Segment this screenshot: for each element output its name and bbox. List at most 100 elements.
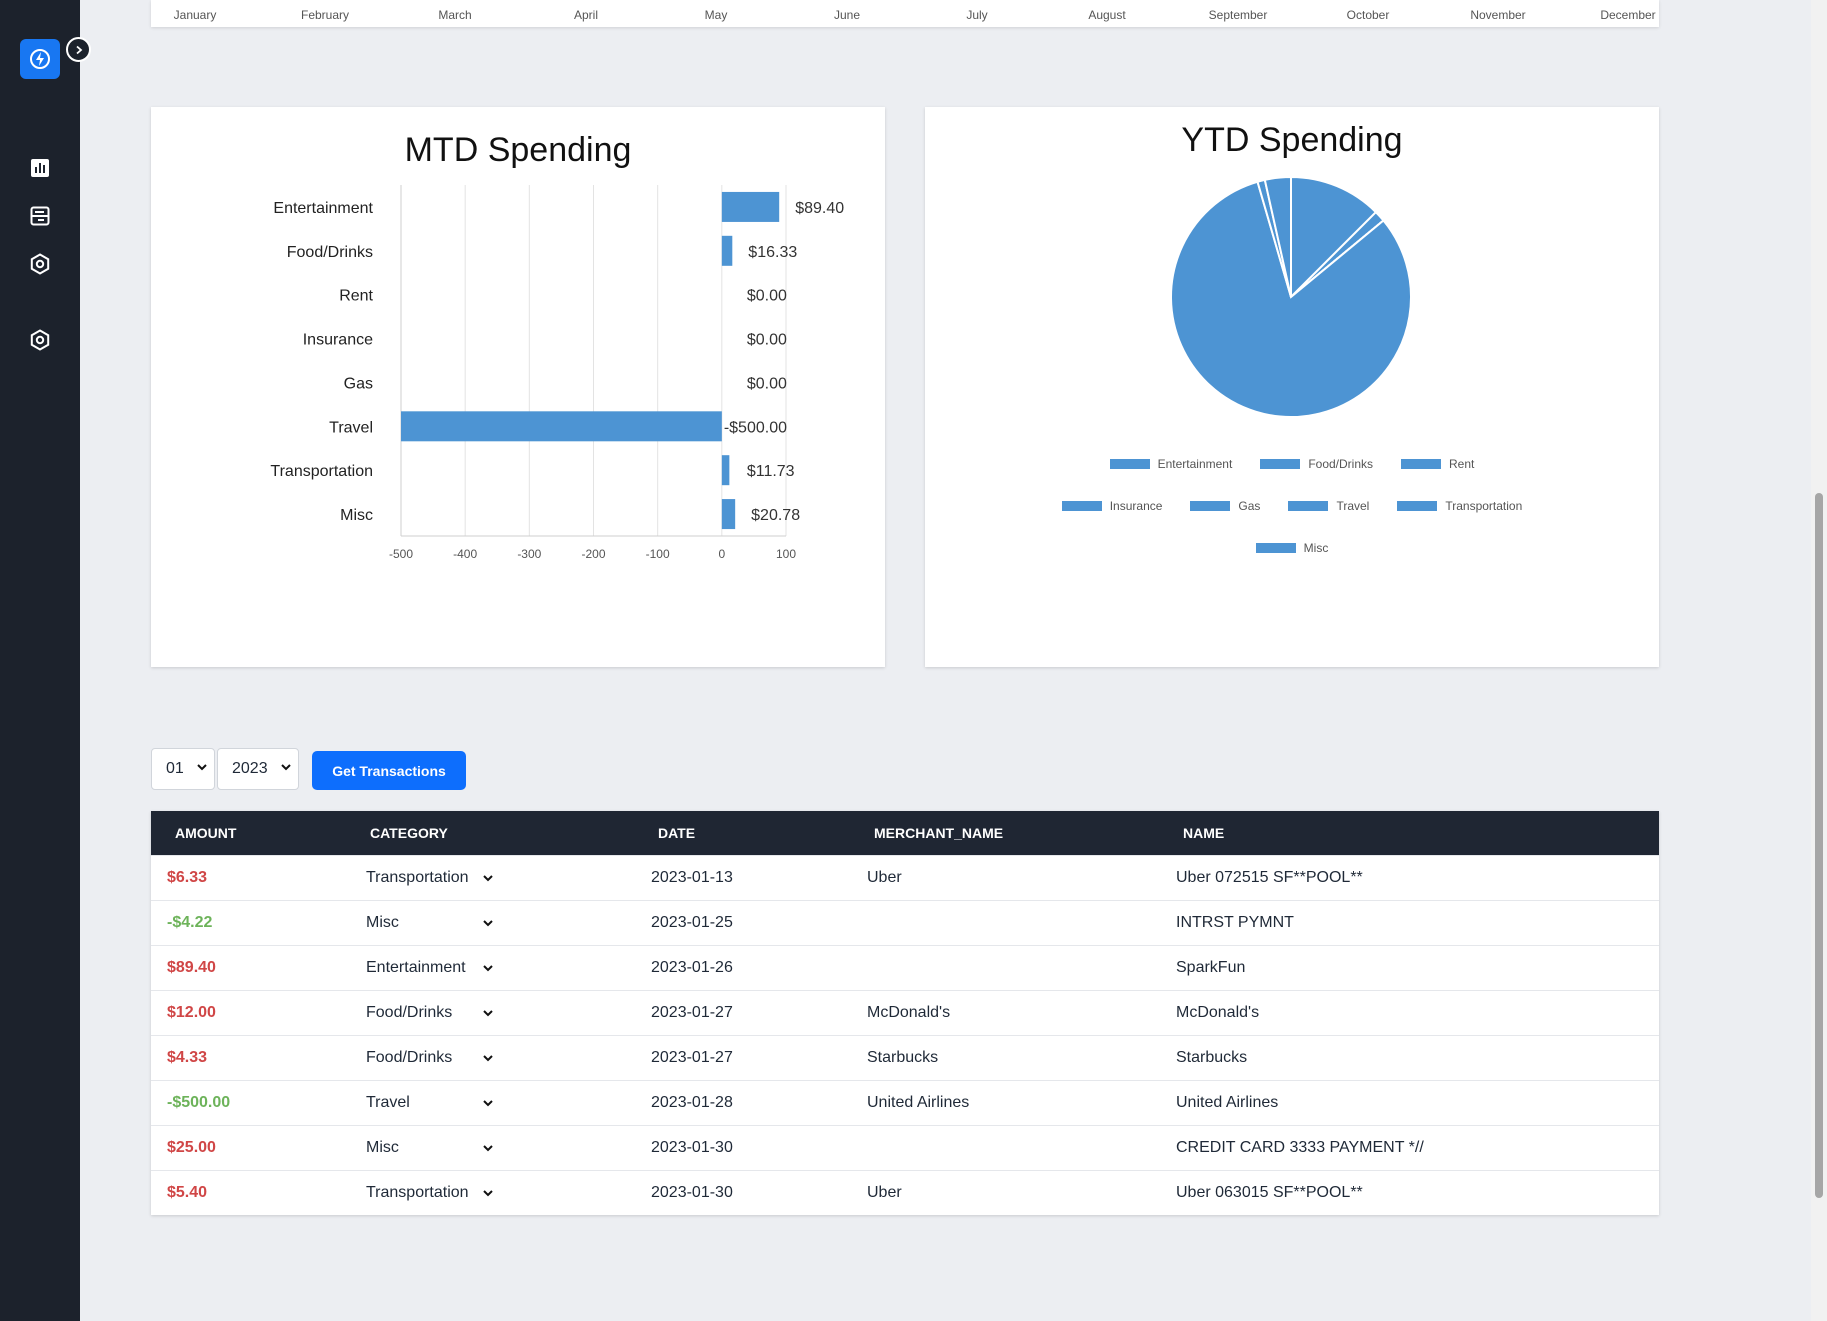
month-tick: November — [1470, 8, 1526, 22]
category-select-value: Transportation — [366, 1184, 469, 1201]
legend-item[interactable]: Entertainment — [1109, 457, 1232, 471]
bar-chart-icon[interactable] — [26, 154, 54, 182]
bar-value-label: $0.00 — [747, 375, 787, 392]
amount-cell: $25.00 — [167, 1139, 216, 1156]
settings-icon[interactable] — [26, 326, 54, 354]
x-tick-label: -100 — [646, 547, 670, 561]
category-label: Rent — [339, 288, 373, 305]
category-label: Insurance — [303, 332, 373, 349]
x-tick-label: -300 — [517, 547, 541, 561]
legend-label: Misc — [1303, 541, 1329, 555]
category-select-value: Misc — [366, 1139, 399, 1156]
legend-row: Misc — [925, 541, 1659, 555]
legend-swatch — [1397, 501, 1438, 511]
chevron-down-icon — [483, 875, 493, 882]
name-cell: United Airlines — [1176, 1094, 1279, 1111]
category-select-value: Food/Drinks — [366, 1049, 453, 1066]
name-cell: Uber 072515 SF**POOL** — [1176, 869, 1363, 886]
category-select[interactable]: Entertainment — [366, 952, 494, 984]
month-select[interactable]: 01 — [151, 748, 215, 790]
table-header: AMOUNT CATEGORY DATE MERCHANT_NAME NAME — [151, 811, 1659, 855]
legend-item[interactable]: Insurance — [1061, 499, 1162, 513]
chevron-down-icon — [483, 1145, 493, 1152]
chevron-down-icon — [483, 1100, 493, 1107]
column-header-name[interactable]: NAME — [1183, 825, 1224, 841]
chevron-down-icon — [483, 1055, 493, 1062]
year-select-value: 2023 — [232, 760, 268, 777]
month-tick: August — [1088, 8, 1126, 22]
mtd-chart-title: MTD Spending — [404, 131, 632, 169]
settings-icon[interactable] — [26, 250, 54, 278]
bar-value-label: $89.40 — [795, 200, 844, 217]
column-header-merchant-name[interactable]: MERCHANT_NAME — [874, 825, 1003, 841]
category-label: Food/Drinks — [287, 244, 373, 261]
chevron-down-icon — [197, 764, 207, 771]
legend-label: Gas — [1238, 499, 1261, 513]
column-header-amount[interactable]: AMOUNT — [175, 825, 236, 841]
column-header-date[interactable]: DATE — [658, 825, 695, 841]
category-select[interactable]: Transportation — [366, 1177, 494, 1209]
month-select-value: 01 — [166, 760, 184, 777]
month-tick: June — [833, 8, 861, 22]
month-tick: September — [1208, 8, 1268, 22]
category-label: Misc — [340, 507, 373, 524]
column-header-category[interactable]: CATEGORY — [370, 825, 448, 841]
category-select[interactable]: Food/Drinks — [366, 997, 494, 1029]
legend-swatch — [1288, 501, 1329, 511]
legend-swatch — [1255, 543, 1296, 553]
category-select[interactable]: Misc — [366, 907, 494, 939]
amount-cell: -$4.22 — [167, 914, 213, 931]
legend-label: Rent — [1449, 457, 1475, 471]
chevron-right-icon[interactable] — [66, 37, 91, 62]
transactions-icon[interactable] — [26, 202, 54, 230]
category-select-value: Entertainment — [366, 959, 466, 976]
amount-cell: $12.00 — [167, 1004, 216, 1021]
amount-cell: $4.33 — [167, 1049, 208, 1066]
x-tick-label: -200 — [581, 547, 605, 561]
legend-item[interactable]: Gas — [1190, 499, 1260, 513]
month-tick: February — [300, 8, 350, 22]
legend-swatch — [1061, 501, 1102, 511]
bar-value-label: $0.00 — [747, 332, 787, 349]
merchant-cell: United Airlines — [867, 1094, 970, 1111]
category-select-value: Food/Drinks — [366, 1004, 453, 1021]
amount-cell: $6.33 — [167, 869, 208, 886]
legend-item[interactable]: Travel — [1288, 499, 1369, 513]
mtd-bar-chart: -500 -400 -300 -200 -100 0 100 Entertainment $89… — [270, 185, 844, 561]
scrollbar-thumb[interactable] — [1815, 493, 1823, 1198]
transactions-table: AMOUNT CATEGORY DATE MERCHANT_NAME NAME … — [151, 811, 1659, 1215]
name-cell: McDonald's — [1176, 1004, 1260, 1021]
date-cell: 2023-01-13 — [651, 869, 733, 886]
year-select[interactable]: 2023 — [217, 748, 299, 790]
chevron-down-icon — [483, 920, 493, 927]
category-select[interactable]: Transportation — [366, 862, 494, 894]
category-label: Travel — [329, 419, 373, 436]
category-select[interactable]: Misc — [366, 1132, 494, 1164]
legend-item[interactable]: Misc — [1255, 541, 1329, 555]
ytd-spending-card: YTD Spending Entertainment Food/Drinks Ren… — [925, 107, 1659, 667]
table-row: $12.00 Food/Drinks 2023-01-27 McDonald's… — [151, 990, 1659, 1035]
category-select[interactable]: Travel — [366, 1087, 494, 1119]
get-transactions-button[interactable]: Get Transactions — [312, 751, 466, 790]
legend-swatch — [1260, 459, 1301, 469]
category-select[interactable]: Food/Drinks — [366, 1042, 494, 1074]
x-tick-label: 0 — [718, 547, 725, 561]
name-cell: SparkFun — [1176, 959, 1246, 976]
x-tick-label: -400 — [453, 547, 477, 561]
month-tick: April — [573, 8, 599, 22]
bar — [721, 499, 736, 530]
page-scrollbar[interactable] — [1811, 0, 1827, 1321]
date-cell: 2023-01-27 — [651, 1049, 733, 1066]
category-label: Transportation — [270, 463, 373, 480]
month-tick: March — [438, 8, 472, 22]
legend-label: Food/Drinks — [1308, 457, 1374, 471]
merchant-cell: McDonald's — [867, 1004, 951, 1021]
merchant-cell: Uber — [867, 869, 902, 886]
legend-item[interactable]: Food/Drinks — [1260, 457, 1373, 471]
legend-item[interactable]: Rent — [1401, 457, 1474, 471]
date-cell: 2023-01-30 — [651, 1184, 733, 1201]
chevron-down-icon — [483, 1190, 493, 1197]
legend-item[interactable]: Transportation — [1397, 499, 1522, 513]
lightning-icon[interactable] — [20, 39, 60, 79]
date-cell: 2023-01-25 — [651, 914, 733, 931]
